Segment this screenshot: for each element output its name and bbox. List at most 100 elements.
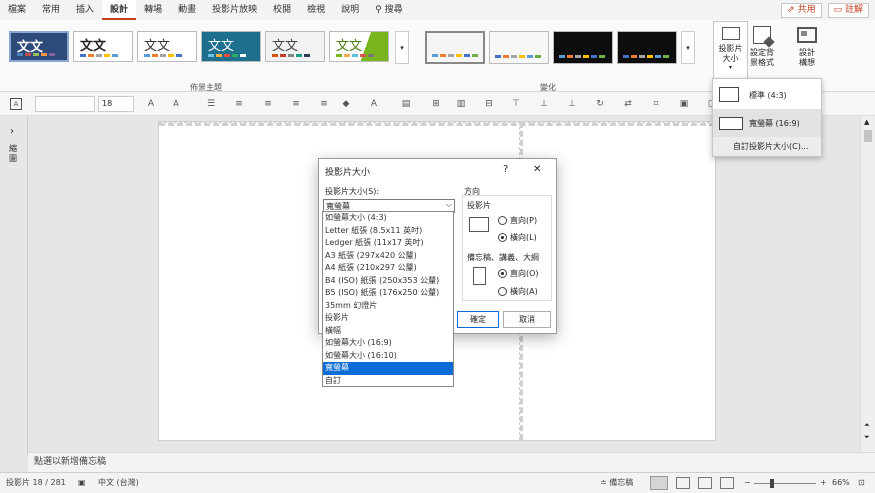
designer-button[interactable]: 設計 構想: [789, 20, 825, 78]
variant-thumb-1[interactable]: [425, 31, 485, 64]
zoom-level[interactable]: 66%: [832, 473, 850, 493]
tab-transitions[interactable]: 轉場: [136, 0, 170, 20]
align-center-icon[interactable]: ≡: [262, 98, 274, 110]
tab-search[interactable]: ⚲ 搜尋: [367, 0, 410, 20]
thumbnail-pane-label[interactable]: 縮圖: [9, 144, 19, 164]
theme-thumb-6[interactable]: 文文: [329, 31, 389, 62]
tab-home[interactable]: 常用: [34, 0, 68, 20]
size-option[interactable]: A3 紙張 (297x420 公釐): [323, 250, 453, 263]
rotate-icon[interactable]: ↻: [594, 98, 606, 110]
size-option[interactable]: 橫幅: [323, 325, 453, 338]
variant-thumb-2[interactable]: [489, 31, 549, 64]
menu-item-standard[interactable]: 標準 (4:3): [713, 81, 821, 109]
size-option[interactable]: 自訂: [323, 375, 453, 388]
slide-sorter-icon[interactable]: [676, 477, 690, 489]
theme-thumb-1[interactable]: 文文: [9, 31, 69, 62]
size-option[interactable]: B5 (ISO) 紙張 (176x250 公釐): [323, 287, 453, 300]
zoom-slider[interactable]: [754, 483, 816, 484]
slides-portrait-radio[interactable]: 直向(P): [498, 215, 537, 226]
zoom-in-icon[interactable]: +: [820, 473, 827, 493]
menu-item-widescreen[interactable]: 寬螢幕 (16:9): [713, 109, 821, 137]
bring-forward-icon[interactable]: ▣: [678, 98, 690, 110]
font-size-box[interactable]: 18: [98, 96, 134, 112]
align-objects-icon[interactable]: ⊞: [430, 98, 442, 110]
notes-pane[interactable]: 點選以新增備忘稿: [28, 452, 875, 472]
text-box-icon[interactable]: A: [10, 98, 22, 110]
size-option[interactable]: 如螢幕大小 (4:3): [323, 212, 453, 225]
themes-more-button[interactable]: ▾: [395, 31, 409, 64]
tab-help[interactable]: 說明: [333, 0, 367, 20]
ok-button[interactable]: 確定: [457, 311, 499, 328]
justify-icon[interactable]: ≡: [318, 98, 330, 110]
tab-file[interactable]: 檔案: [0, 0, 34, 20]
tab-insert[interactable]: 插入: [68, 0, 102, 20]
align-top-icon[interactable]: ⊤: [510, 98, 522, 110]
shape-fill-icon[interactable]: ◆: [340, 98, 352, 110]
normal-view-icon[interactable]: [650, 476, 668, 490]
status-bar: 投影片 18 / 281 ▣ 中文 (台灣) ≐ 備忘稿 − + 66% ⊡: [0, 472, 875, 493]
size-option[interactable]: 如螢幕大小 (16:10): [323, 350, 453, 363]
notes-landscape-radio[interactable]: 橫向(A): [498, 286, 538, 297]
slide-size-button[interactable]: 投影片 大小 ▾: [713, 21, 748, 78]
flip-icon[interactable]: ⇄: [622, 98, 634, 110]
size-option[interactable]: 寬螢幕: [323, 362, 453, 375]
format-background-button[interactable]: 設定背 景格式: [745, 20, 779, 78]
font-color-icon[interactable]: A: [368, 98, 380, 110]
size-option[interactable]: 投影片: [323, 312, 453, 325]
arrange-icon[interactable]: ▤: [400, 98, 412, 110]
shrink-font-icon[interactable]: A: [170, 98, 182, 110]
expand-pane-icon[interactable]: ›: [10, 126, 14, 137]
theme-thumb-2[interactable]: 文文: [73, 31, 133, 62]
zoom-slider-thumb[interactable]: [770, 479, 774, 488]
font-name-box[interactable]: [35, 96, 95, 112]
size-option[interactable]: B4 (ISO) 紙張 (250x353 公釐): [323, 275, 453, 288]
scroll-up-icon[interactable]: ▲: [864, 118, 869, 126]
theme-thumb-4[interactable]: 文文: [201, 31, 261, 62]
size-option[interactable]: 如螢幕大小 (16:9): [323, 337, 453, 350]
variants-more-button[interactable]: ▾: [681, 31, 695, 64]
comments-button[interactable]: ▭ 註解: [827, 2, 869, 18]
tab-review[interactable]: 校閱: [265, 0, 299, 20]
reading-view-icon[interactable]: [698, 477, 712, 489]
fit-to-window-icon[interactable]: ⊡: [858, 473, 865, 493]
vertical-scrollbar[interactable]: ▲ ⏶ ⏷: [860, 116, 875, 452]
grow-font-icon[interactable]: A: [145, 98, 157, 110]
next-slide-icon[interactable]: ⏷: [864, 433, 870, 442]
group-icon[interactable]: ⊟: [483, 98, 495, 110]
notes-portrait-radio[interactable]: 直向(O): [498, 268, 539, 279]
variant-thumb-4[interactable]: [617, 31, 677, 64]
tab-view[interactable]: 檢視: [299, 0, 333, 20]
size-option[interactable]: Ledger 紙張 (11x17 英吋): [323, 237, 453, 250]
align-left-icon[interactable]: ≡: [233, 98, 245, 110]
scroll-thumb[interactable]: [864, 130, 872, 142]
slideshow-icon[interactable]: [720, 477, 734, 489]
distribute-icon[interactable]: ▥: [455, 98, 467, 110]
dialog-help-button[interactable]: ?: [503, 164, 508, 175]
size-option[interactable]: Letter 紙張 (8.5x11 英吋): [323, 225, 453, 238]
tab-design[interactable]: 設計: [102, 0, 137, 20]
dialog-close-button[interactable]: ✕: [533, 164, 541, 175]
variant-thumb-3[interactable]: [553, 31, 613, 64]
crop-icon[interactable]: ⌗: [650, 98, 662, 110]
align-right-icon[interactable]: ≡: [290, 98, 302, 110]
share-button[interactable]: ⇗ 共用: [781, 2, 822, 18]
prev-slide-icon[interactable]: ⏶: [864, 421, 870, 430]
menu-item-custom-size[interactable]: 自訂投影片大小(C)...: [713, 137, 821, 156]
zoom-out-icon[interactable]: −: [744, 473, 751, 493]
theme-thumb-3[interactable]: 文文: [137, 31, 197, 62]
tab-slideshow[interactable]: 投影片放映: [204, 0, 265, 20]
size-option[interactable]: 35mm 幻燈片: [323, 300, 453, 313]
notes-toggle-button[interactable]: ≐ 備忘稿: [600, 473, 640, 493]
theme-glyph: 文文: [208, 39, 235, 54]
format-background-label: 設定背 景格式: [750, 48, 774, 67]
slides-landscape-radio[interactable]: 橫向(L): [498, 232, 537, 243]
spellcheck-icon[interactable]: ▣: [78, 473, 86, 493]
align-middle-icon[interactable]: ⊥: [538, 98, 550, 110]
bullets-icon[interactable]: ☰: [205, 98, 217, 110]
cancel-button[interactable]: 取消: [503, 311, 551, 328]
size-option[interactable]: A4 紙張 (210x297 公釐): [323, 262, 453, 275]
theme-thumb-5[interactable]: 文文: [265, 31, 325, 62]
language-indicator[interactable]: 中文 (台灣): [98, 473, 139, 493]
align-bottom-icon[interactable]: ⊥: [566, 98, 578, 110]
tab-animations[interactable]: 動畫: [170, 0, 204, 20]
